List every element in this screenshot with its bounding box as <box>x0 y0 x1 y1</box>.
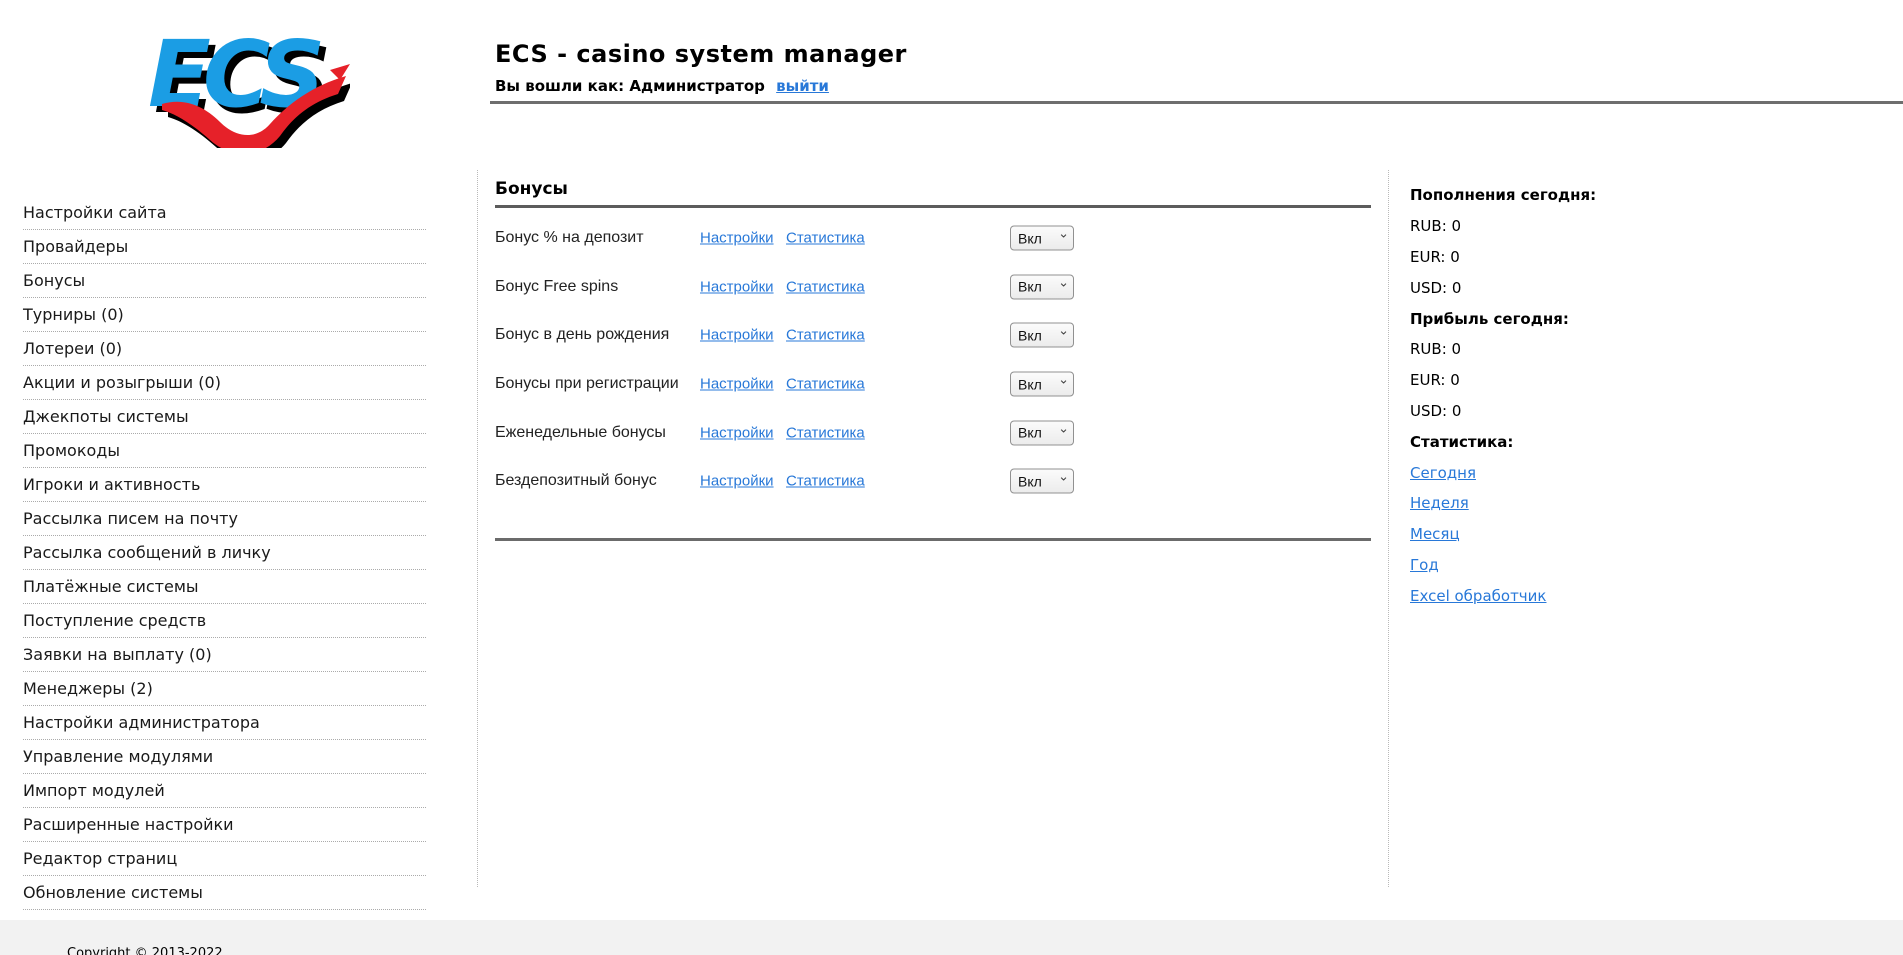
login-status-text: Вы вошли как: Администратор <box>495 77 765 95</box>
sidebar-item-tournaments[interactable]: Турниры (0) <box>23 298 426 332</box>
left-divider <box>477 170 478 887</box>
footer: Copyright © 2013-2022 <box>0 920 1903 955</box>
statistics-link[interactable]: Статистика <box>786 376 865 393</box>
bonus-row-registration: Бонусы при регистрации Настройки Статист… <box>495 360 1371 409</box>
profit-eur: EUR: 0 <box>1410 365 1740 396</box>
bonus-label: Бонус Free spins <box>495 278 618 296</box>
stats-week-link[interactable]: Неделя <box>1410 494 1469 512</box>
bonus-row-no-deposit: Бездепозитный бонус Настройки Статистика… <box>495 457 1371 506</box>
sidebar-item-page-editor[interactable]: Редактор страниц <box>23 842 426 876</box>
statistics-link[interactable]: Статистика <box>786 424 865 441</box>
ecs-logo[interactable]: ECS ECS <box>138 14 350 148</box>
ecs-logo-icon: ECS ECS <box>138 14 350 148</box>
sidebar-item-module-import[interactable]: Импорт модулей <box>23 774 426 808</box>
copyright-text: Copyright © 2013-2022 <box>67 946 223 955</box>
section-title: Бонусы <box>495 179 568 199</box>
bonus-toggle-select[interactable]: Вкл <box>1010 274 1074 299</box>
sidebar-item-jackpots[interactable]: Джекпоты системы <box>23 400 426 434</box>
settings-link[interactable]: Настройки <box>700 327 774 344</box>
bonus-label: Бонус в день рождения <box>495 326 669 344</box>
bonus-row-birthday: Бонус в день рождения Настройки Статисти… <box>495 311 1371 360</box>
settings-link[interactable]: Настройки <box>700 278 774 295</box>
bonus-row-weekly: Еженедельные бонусы Настройки Статистика… <box>495 408 1371 457</box>
stats-month-link[interactable]: Месяц <box>1410 525 1460 543</box>
sidebar-item-managers[interactable]: Менеджеры (2) <box>23 672 426 706</box>
right-divider <box>1388 170 1389 887</box>
page: ECS ECS ECS - casino system manager Вы в… <box>0 0 1903 955</box>
sidebar-item-system-update[interactable]: Обновление системы <box>23 876 426 910</box>
section-bottom-divider <box>495 538 1371 541</box>
bonus-toggle-select[interactable]: Вкл <box>1010 420 1074 445</box>
sidebar-item-bonuses[interactable]: Бонусы <box>23 264 426 298</box>
sidebar-item-payment-systems[interactable]: Платёжные системы <box>23 570 426 604</box>
settings-link[interactable]: Настройки <box>700 424 774 441</box>
settings-link[interactable]: Настройки <box>700 230 774 247</box>
sidebar-item-module-manage[interactable]: Управление модулями <box>23 740 426 774</box>
bonus-label: Еженедельные бонусы <box>495 424 666 442</box>
stats-today-link[interactable]: Сегодня <box>1410 464 1476 482</box>
bonus-toggle-select[interactable]: Вкл <box>1010 323 1074 348</box>
sidebar-item-advanced[interactable]: Расширенные настройки <box>23 808 426 842</box>
bonus-list: Бонус % на депозит Настройки Статистика … <box>495 214 1371 506</box>
sidebar-item-promocodes[interactable]: Промокоды <box>23 434 426 468</box>
sidebar-item-promotions[interactable]: Акции и розыгрыши (0) <box>23 366 426 400</box>
bonus-label: Бездепозитный бонус <box>495 472 657 490</box>
section-title-divider <box>495 205 1371 208</box>
statistics-link[interactable]: Статистика <box>786 473 865 490</box>
deposits-eur: EUR: 0 <box>1410 242 1740 273</box>
sidebar-item-payout-requests[interactable]: Заявки на выплату (0) <box>23 638 426 672</box>
bonus-toggle-wrap: Вкл ⌄ <box>1010 372 1074 397</box>
bonus-toggle-select[interactable]: Вкл <box>1010 372 1074 397</box>
settings-link[interactable]: Настройки <box>700 376 774 393</box>
sidebar-nav: Настройки сайта Провайдеры Бонусы Турнир… <box>23 196 426 910</box>
stats-excel-link[interactable]: Excel обработчик <box>1410 587 1546 605</box>
bonus-toggle-wrap: Вкл ⌄ <box>1010 420 1074 445</box>
bonus-label: Бонус % на депозит <box>495 229 644 247</box>
deposits-usd: USD: 0 <box>1410 272 1740 303</box>
profit-usd: USD: 0 <box>1410 396 1740 427</box>
deposits-rub: RUB: 0 <box>1410 211 1740 242</box>
profit-today-title: Прибыль сегодня: <box>1410 303 1740 334</box>
bonus-toggle-wrap: Вкл ⌄ <box>1010 226 1074 251</box>
header-divider <box>490 101 1903 104</box>
bonus-toggle-select[interactable]: Вкл <box>1010 469 1074 494</box>
profit-rub: RUB: 0 <box>1410 334 1740 365</box>
bonus-row-free-spins: Бонус Free spins Настройки Статистика Вк… <box>495 263 1371 312</box>
sidebar-item-admin-settings[interactable]: Настройки администратора <box>23 706 426 740</box>
sidebar-item-pm-mailing[interactable]: Рассылка сообщений в личку <box>23 536 426 570</box>
sidebar-item-incoming-funds[interactable]: Поступление средств <box>23 604 426 638</box>
page-title: ECS - casino system manager <box>495 40 907 68</box>
statistics-title: Статистика: <box>1410 426 1740 457</box>
sidebar-item-providers[interactable]: Провайдеры <box>23 230 426 264</box>
statistics-link[interactable]: Статистика <box>786 278 865 295</box>
login-status: Вы вошли как: Администратор выйти <box>495 77 829 95</box>
statistics-link[interactable]: Статистика <box>786 230 865 247</box>
settings-link[interactable]: Настройки <box>700 473 774 490</box>
bonus-toggle-select[interactable]: Вкл <box>1010 226 1074 251</box>
logout-link[interactable]: выйти <box>776 77 829 95</box>
deposits-today-title: Пополнения сегодня: <box>1410 180 1740 211</box>
bonus-row-deposit-percent: Бонус % на депозит Настройки Статистика … <box>495 214 1371 263</box>
bonus-toggle-wrap: Вкл ⌄ <box>1010 469 1074 494</box>
sidebar-item-site-settings[interactable]: Настройки сайта <box>23 196 426 230</box>
bonus-toggle-wrap: Вкл ⌄ <box>1010 274 1074 299</box>
bonus-label: Бонусы при регистрации <box>495 375 679 393</box>
stats-panel: Пополнения сегодня: RUB: 0 EUR: 0 USD: 0… <box>1410 180 1740 611</box>
statistics-link[interactable]: Статистика <box>786 327 865 344</box>
bonus-toggle-wrap: Вкл ⌄ <box>1010 323 1074 348</box>
stats-year-link[interactable]: Год <box>1410 556 1439 574</box>
sidebar-item-email-mailing[interactable]: Рассылка писем на почту <box>23 502 426 536</box>
sidebar-item-players[interactable]: Игроки и активность <box>23 468 426 502</box>
sidebar-item-lotteries[interactable]: Лотереи (0) <box>23 332 426 366</box>
